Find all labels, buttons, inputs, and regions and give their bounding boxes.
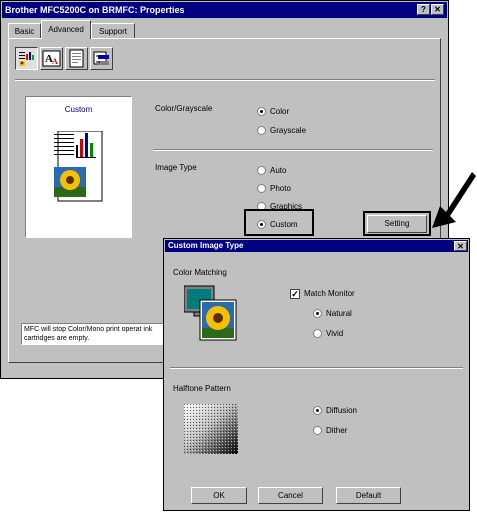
toolbar-divider [15, 79, 435, 81]
custom-radio[interactable] [257, 220, 266, 229]
setting-button[interactable]: Setting [367, 215, 427, 233]
diffusion-radio-label[interactable]: Diffusion [326, 406, 357, 416]
dialog-close-button[interactable]: ✕ [454, 241, 467, 251]
image-type-label: Image Type [155, 163, 197, 172]
color-radio[interactable] [257, 107, 266, 116]
dialog-divider [170, 367, 463, 369]
natural-radio-label[interactable]: Natural [326, 309, 352, 319]
dither-radio[interactable] [313, 426, 322, 435]
halftone-pattern-icon [184, 404, 238, 454]
match-monitor-label[interactable]: Match Monitor [304, 289, 355, 299]
diffusion-radio[interactable] [313, 406, 322, 415]
color-matching-label: Color Matching [173, 268, 227, 277]
ok-button[interactable]: OK [191, 487, 247, 504]
tab-support[interactable]: Support [91, 23, 135, 39]
custom-image-type-dialog: Custom Image Type ✕ Color Matching ✓ Mat… [163, 238, 470, 511]
tab-basic[interactable]: Basic [8, 23, 41, 39]
pointer-arrow-icon [432, 172, 476, 228]
preview-document-icon [54, 131, 103, 202]
watermark-icon[interactable] [65, 47, 88, 70]
vivid-radio[interactable] [313, 329, 322, 338]
natural-radio[interactable] [313, 309, 322, 318]
dialog-title: Custom Image Type [168, 241, 244, 250]
grayscale-radio[interactable] [257, 126, 266, 135]
dialog-title-bar: Custom Image Type ✕ [165, 240, 468, 252]
section-divider [153, 149, 433, 151]
help-button[interactable]: ? [417, 4, 430, 15]
photo-radio-label[interactable]: Photo [270, 184, 291, 194]
close-button[interactable]: ✕ [431, 4, 444, 15]
custom-radio-label[interactable]: Custom [270, 220, 298, 230]
vivid-radio-label[interactable]: Vivid [326, 329, 343, 339]
tab-advanced[interactable]: Advanced [41, 20, 91, 39]
printer-quality-icon[interactable] [15, 47, 38, 70]
status-message: MFC will stop Color/Mono print operat in… [21, 323, 171, 345]
preview-pane: Custom [25, 96, 132, 238]
cancel-button[interactable]: Cancel [258, 487, 323, 504]
grayscale-radio-label[interactable]: Grayscale [270, 126, 306, 136]
font-icon[interactable]: A A [40, 47, 63, 70]
color-grayscale-label: Color/Grayscale [155, 104, 213, 113]
default-button[interactable]: Default [336, 487, 401, 504]
svg-text:A: A [52, 57, 58, 66]
color-radio-label[interactable]: Color [270, 107, 289, 117]
title-bar: Brother MFC5200C on BRMFC: Properties ? … [2, 2, 447, 18]
dither-radio-label[interactable]: Dither [326, 426, 347, 436]
preview-label: Custom [64, 105, 93, 114]
match-monitor-checkbox[interactable]: ✓ [290, 289, 300, 299]
monitor-photo-icon [184, 285, 237, 341]
device-options-icon[interactable] [90, 47, 113, 70]
auto-radio[interactable] [257, 166, 266, 175]
window-title: Brother MFC5200C on BRMFC: Properties [5, 5, 185, 15]
photo-radio[interactable] [257, 184, 266, 193]
auto-radio-label[interactable]: Auto [270, 166, 286, 176]
halftone-pattern-label: Halftone Pattern [173, 384, 231, 393]
